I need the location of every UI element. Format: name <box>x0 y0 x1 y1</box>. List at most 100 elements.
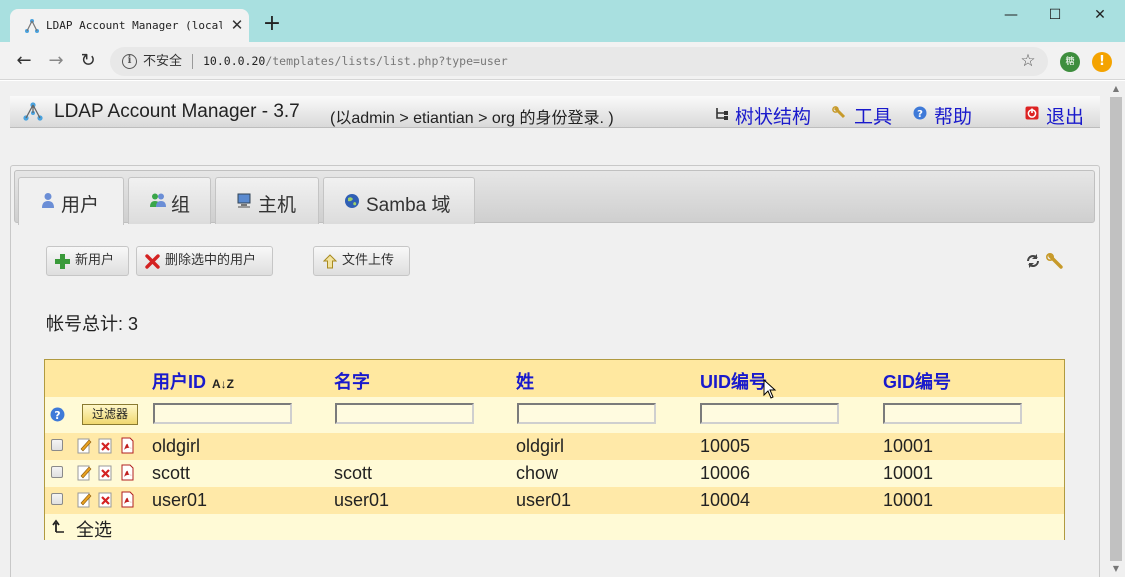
settings-wrench-icon[interactable] <box>1046 253 1063 270</box>
tab-title: LDAP Account Manager (localhost) <box>46 19 222 32</box>
row-checkbox[interactable] <box>51 439 63 451</box>
cell-gid-number: 10001 <box>883 463 934 483</box>
edit-icon[interactable] <box>77 491 92 508</box>
cell-uid: scott <box>152 463 191 483</box>
url-path: /templates/lists/list.php?type=user <box>265 54 508 68</box>
user-icon <box>42 193 54 208</box>
filter-input-surname[interactable] <box>517 403 656 424</box>
cell-gid-number: 10001 <box>883 436 934 456</box>
tab-samba-domains[interactable]: Samba 域 <box>323 177 475 224</box>
cell-uid-number: 10006 <box>700 463 751 483</box>
tab-label: 用户 <box>61 195 100 216</box>
row-checkbox[interactable] <box>51 493 63 505</box>
filter-input-given-name[interactable] <box>335 403 474 424</box>
wrench-icon <box>832 106 846 119</box>
file-upload-button[interactable]: 文件上传 <box>313 246 410 276</box>
help-icon: ? <box>913 106 927 120</box>
pdf-icon[interactable] <box>120 464 135 481</box>
new-tab-icon[interactable]: + <box>261 13 283 35</box>
tab-label: Samba 域 <box>366 195 451 216</box>
table-row[interactable]: scott scott chow 10006 10001 <box>45 460 1064 487</box>
tab-users[interactable]: 用户 <box>18 177 124 225</box>
new-user-button[interactable]: 新用户 <box>46 246 129 276</box>
forward-icon[interactable]: → <box>45 50 67 72</box>
minimize-icon[interactable]: — <box>988 4 1034 26</box>
back-icon[interactable]: ← <box>13 50 35 72</box>
info-icon[interactable]: i <box>122 54 137 69</box>
tree-icon <box>716 108 728 120</box>
browser-tab[interactable]: LDAP Account Manager (localhost) ✕ <box>10 9 249 42</box>
filter-input-uid-number[interactable] <box>700 403 839 424</box>
new-user-label: 新用户 <box>75 253 115 268</box>
window-close-icon[interactable]: ✕ <box>1077 4 1123 26</box>
browser-titlebar: LDAP Account Manager (localhost) ✕ + — ☐… <box>0 0 1125 42</box>
address-bar[interactable]: i 不安全 10.0.0.20/templates/lists/list.php… <box>110 47 1048 76</box>
column-header-surname[interactable]: 姓 <box>516 368 534 394</box>
security-label[interactable]: 不安全 <box>143 53 182 70</box>
filter-input-uid[interactable] <box>153 403 292 424</box>
table-row[interactable]: user01 user01 user01 10004 10001 <box>45 487 1064 514</box>
group-icon <box>150 193 166 207</box>
delete-icon[interactable] <box>98 437 113 454</box>
bookmark-star-icon[interactable]: ☆ <box>1018 51 1038 71</box>
delete-icon[interactable] <box>98 464 113 481</box>
column-header-gid-number[interactable]: GID编号 <box>883 368 951 394</box>
cell-uid: user01 <box>152 490 208 510</box>
pdf-icon[interactable] <box>120 437 135 454</box>
delete-selected-label: 删除选中的用户 <box>165 253 257 268</box>
cell-uid: oldgirl <box>152 436 201 456</box>
cell-uid-number: 10004 <box>700 490 751 510</box>
delete-icon[interactable] <box>98 491 113 508</box>
lam-logo-icon <box>23 102 43 121</box>
edit-icon[interactable] <box>77 437 92 454</box>
divider <box>192 54 193 69</box>
row-checkbox[interactable] <box>51 466 63 478</box>
select-all-row: 全选 <box>45 514 1064 540</box>
mouse-cursor-icon <box>763 379 777 399</box>
column-header-uid[interactable]: 用户ID A↓Z <box>152 368 234 394</box>
edit-icon[interactable] <box>77 464 92 481</box>
scroll-down-icon[interactable]: ▼ <box>1110 563 1122 575</box>
select-all-link[interactable]: 全选 <box>76 516 112 542</box>
filter-input-gid-number[interactable] <box>883 403 1022 424</box>
tools-link[interactable]: 工具 <box>854 102 892 129</box>
cell-surname: user01 <box>516 490 572 510</box>
maximize-icon[interactable]: ☐ <box>1032 4 1078 26</box>
cell-given-name: user01 <box>334 490 390 510</box>
host-icon <box>237 193 251 208</box>
alert-extension-icon[interactable]: ! <box>1092 52 1112 72</box>
svg-text:?: ? <box>917 109 923 120</box>
table-header-row: 用户ID A↓Z 名字 姓 UID编号 GID编号 <box>45 360 1064 397</box>
user-list-table: 用户ID A↓Z 名字 姓 UID编号 GID编号 ? 过滤器 oldgirl <box>44 359 1065 540</box>
cell-surname: oldgirl <box>516 436 565 456</box>
column-header-uid-number[interactable]: UID编号 <box>700 368 767 394</box>
app-title: LDAP Account Manager - 3.7 <box>54 101 300 122</box>
tab-hosts[interactable]: 主机 <box>215 177 319 224</box>
tree-view-link[interactable]: 树状结构 <box>735 102 811 129</box>
tab-label: 主机 <box>258 195 297 216</box>
tab-close-icon[interactable]: ✕ <box>228 16 246 34</box>
filter-button[interactable]: 过滤器 <box>82 404 138 425</box>
tab-label: 组 <box>171 195 191 216</box>
delete-selected-button[interactable]: 删除选中的用户 <box>136 246 273 276</box>
help-icon[interactable]: ? <box>50 407 65 422</box>
vertical-scrollbar[interactable]: ▲ ▼ <box>1107 81 1125 577</box>
select-all-arrow-icon <box>52 519 64 533</box>
extension-icon[interactable]: 糖 <box>1060 52 1080 72</box>
cell-surname: chow <box>516 463 559 483</box>
scroll-up-icon[interactable]: ▲ <box>1110 83 1122 95</box>
column-header-given-name[interactable]: 名字 <box>334 368 370 394</box>
sort-icon: A↓Z <box>212 377 234 391</box>
tab-groups[interactable]: 组 <box>128 177 211 224</box>
refresh-icon[interactable] <box>1025 253 1041 269</box>
reload-icon[interactable]: ↻ <box>77 50 99 72</box>
account-total: 帐号总计: 3 <box>46 314 139 334</box>
table-row[interactable]: oldgirl oldgirl 10005 10001 <box>45 433 1064 460</box>
url-text[interactable]: 10.0.0.20/templates/lists/list.php?type=… <box>203 54 508 69</box>
filter-row: ? 过滤器 <box>45 397 1064 433</box>
scroll-thumb[interactable] <box>1110 97 1122 561</box>
logout-link[interactable]: 退出 <box>1046 102 1084 129</box>
pdf-icon[interactable] <box>120 491 135 508</box>
help-link[interactable]: 帮助 <box>934 102 972 129</box>
delete-icon <box>145 254 160 269</box>
